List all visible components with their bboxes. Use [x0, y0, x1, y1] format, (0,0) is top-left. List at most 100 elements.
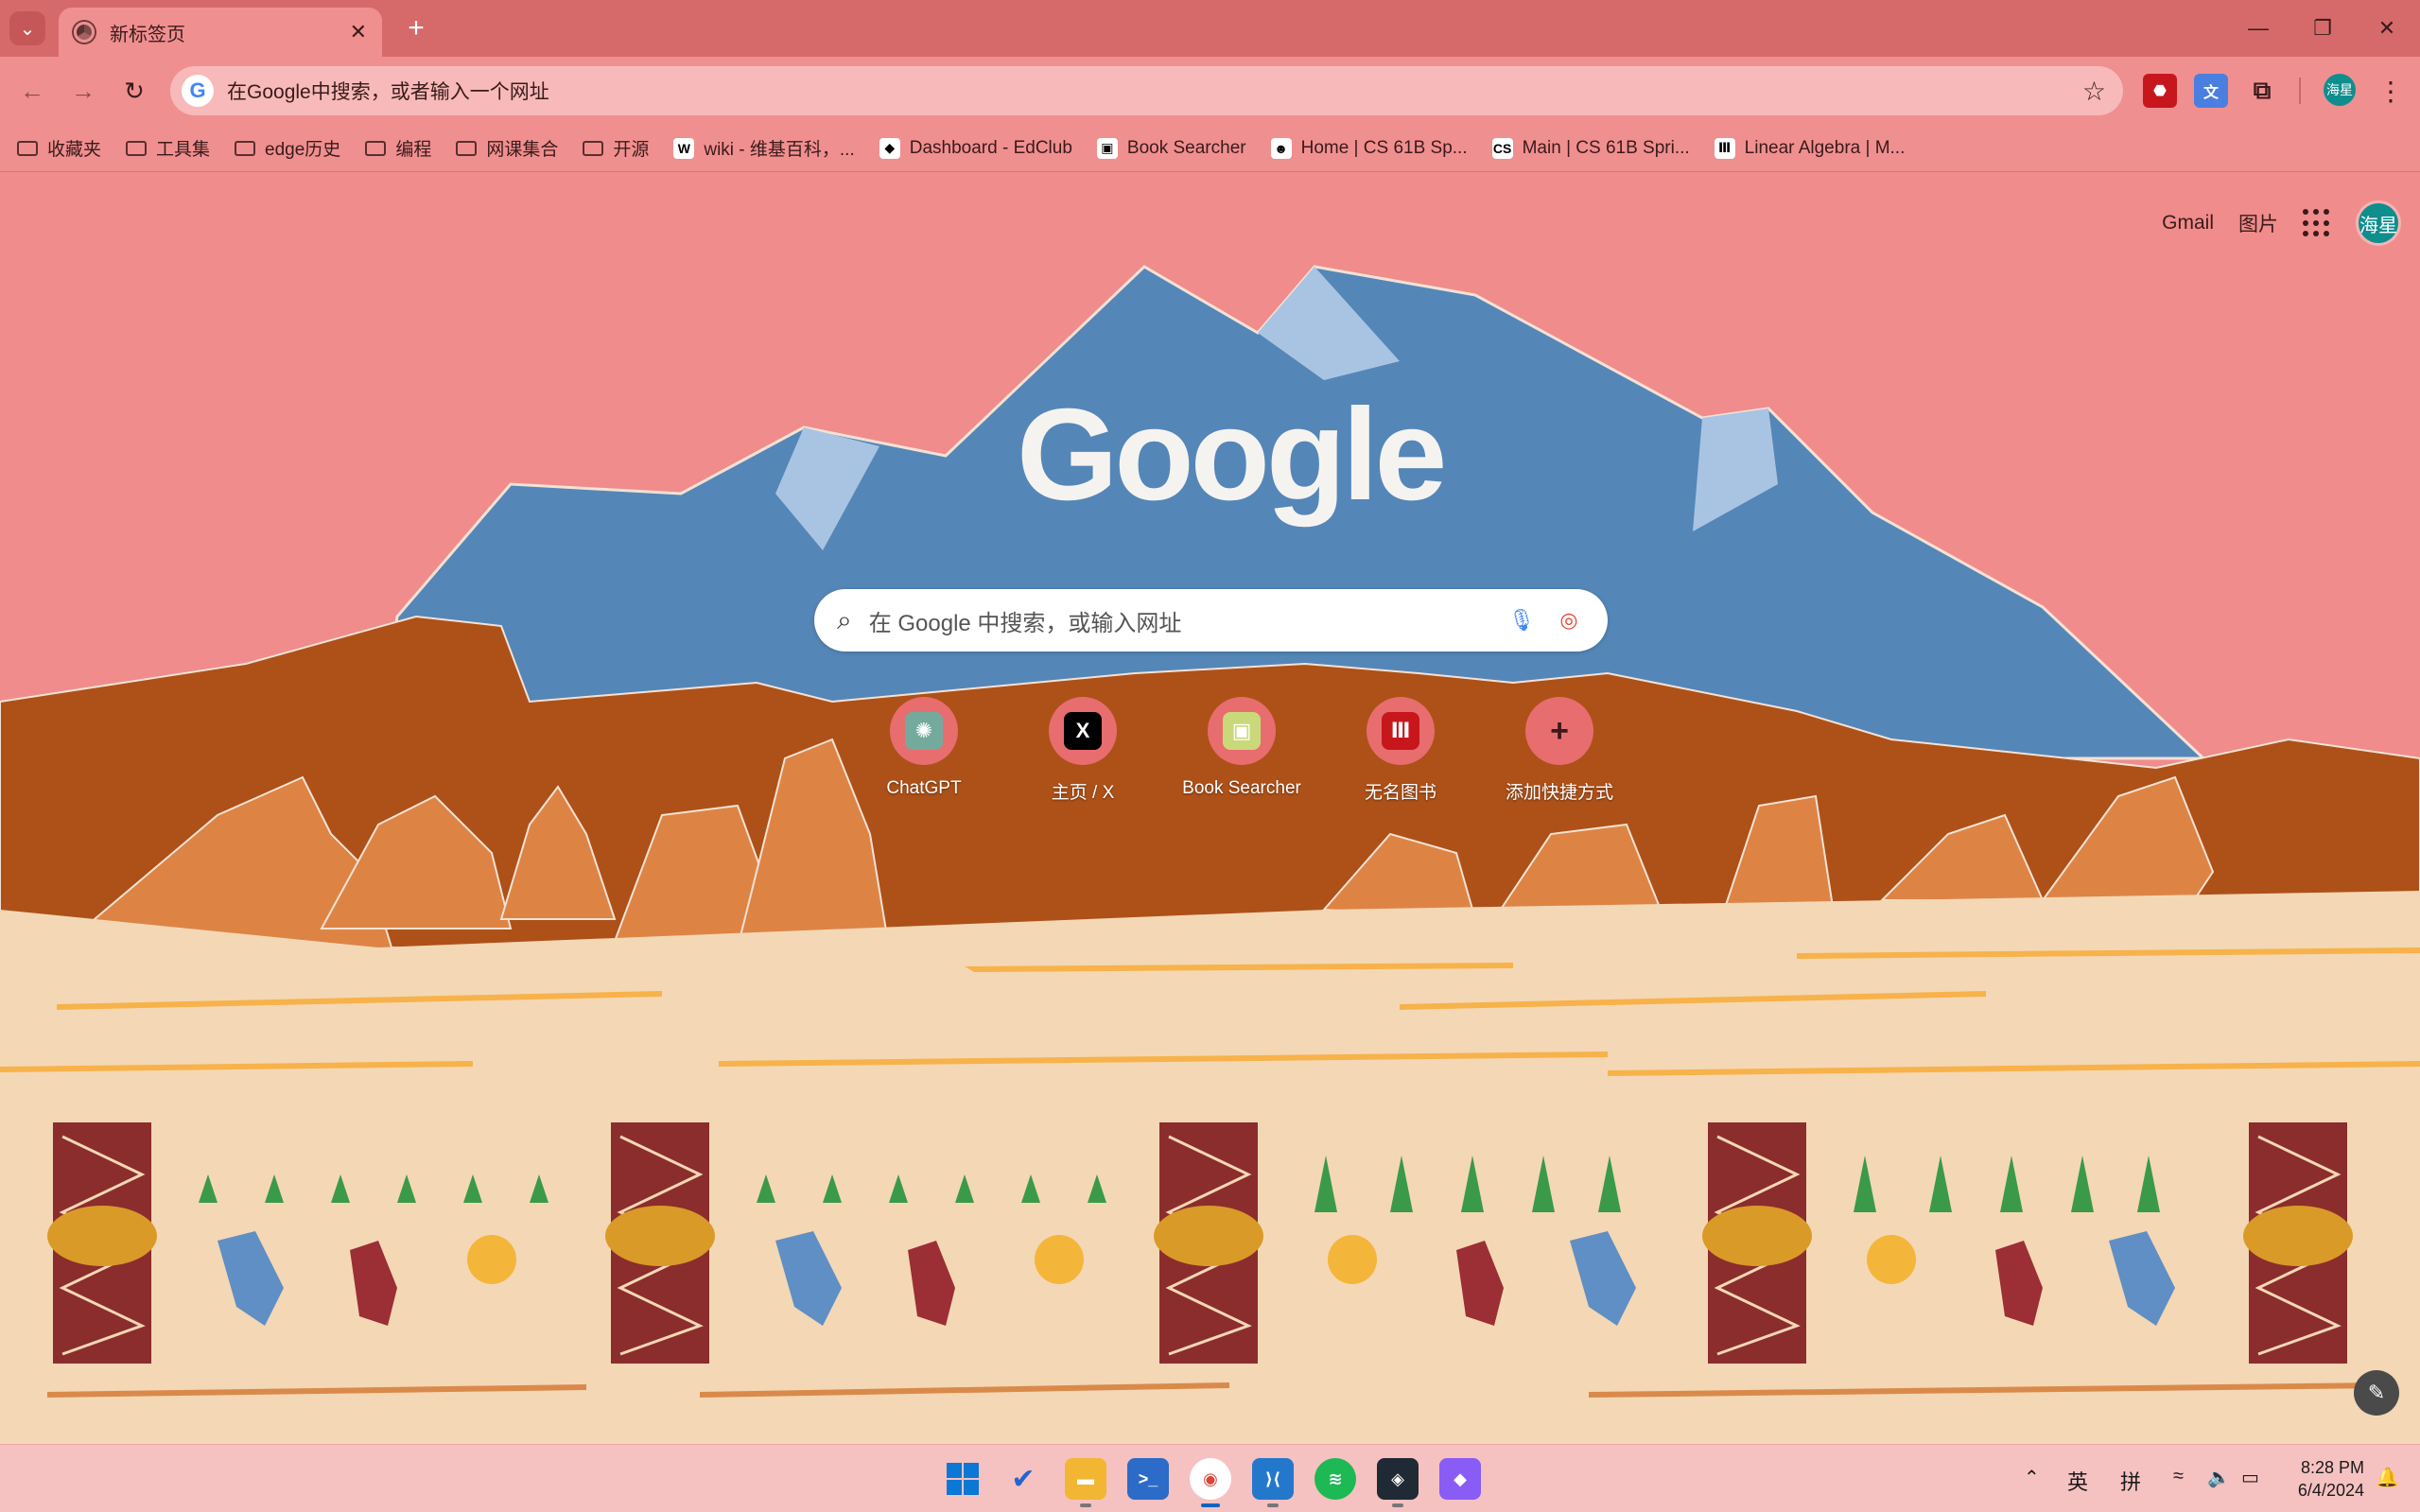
site-favicon-icon: CS — [1491, 137, 1513, 159]
bookmarks-bar: 收藏夹 工具集 edge历史 编程 网课集合 开源 Wwiki - 维基百科，... ◆ Das… — [0, 125, 2420, 172]
shortcut-label: 主页 / X — [1051, 783, 1115, 803]
shortcut-favicon-icon: X — [1064, 712, 1102, 750]
shortcut-tile[interactable]: X 主页 / X — [1003, 697, 1162, 804]
shortcut-icon-circle: ✺ — [890, 697, 958, 765]
chrome-taskbar-icon[interactable]: ◉ — [1190, 1458, 1231, 1507]
google-apps-icon[interactable] — [2303, 209, 2331, 237]
customize-button[interactable]: ✎ — [2354, 1370, 2399, 1416]
reload-button[interactable]: ↻ — [115, 72, 153, 110]
site-favicon-icon: W — [673, 137, 695, 159]
close-tab-icon[interactable]: ✕ — [350, 20, 367, 44]
pencil-icon: ✎ — [2367, 1381, 2386, 1404]
minimize-button[interactable]: — — [2230, 9, 2287, 47]
bookmark-item[interactable]: 网课集合 — [456, 135, 558, 161]
new-tab-page: Gmail 图片 海星 Google ⌕ 在 Google 中搜索，或输入网址 … — [0, 172, 2420, 1444]
clock-date: 6/4/2024 — [2297, 1481, 2364, 1500]
bookmark-item[interactable]: 开源 — [583, 135, 649, 161]
obsidian-icon[interactable]: ◆ — [1439, 1458, 1481, 1500]
bookmark-label: 收藏夹 — [47, 140, 102, 160]
tab-search-button[interactable]: ⌄ — [9, 11, 45, 45]
extensions-puzzle-icon[interactable]: ⧉ — [2245, 74, 2279, 108]
bookmark-item[interactable]: 工具集 — [126, 135, 210, 161]
google-g-icon: G — [182, 75, 214, 107]
theme-background — [0, 172, 2420, 1444]
chevron-down-icon: ⌄ — [19, 18, 36, 40]
bookmark-label: Dashboard - EdClub — [909, 137, 1072, 158]
file-explorer-icon[interactable]: ▬ — [1065, 1458, 1106, 1507]
close-icon: ✕ — [2377, 16, 2396, 40]
shortcut-tile[interactable]: Ⅲ 无名图书 — [1321, 697, 1480, 804]
ime-indicator[interactable]: 拼 — [2120, 1466, 2141, 1496]
input-language-indicator[interactable]: 英 — [2067, 1466, 2088, 1496]
plus-icon: + — [1541, 712, 1578, 750]
close-window-button[interactable]: ✕ — [2359, 9, 2415, 47]
bookmark-item[interactable]: Wwiki - 维基百科，... — [673, 135, 855, 161]
google-lens-icon[interactable]: ◎ — [1553, 604, 1585, 636]
start-button[interactable] — [942, 1458, 984, 1500]
forward-button[interactable]: → — [64, 72, 102, 110]
shortcut-label: 添加快捷方式 — [1505, 783, 1613, 803]
bookmark-item[interactable]: ☻ Home | CS 61B Sp... — [1270, 137, 1468, 159]
show-hidden-icons[interactable]: ⌃ — [2024, 1466, 2040, 1489]
site-favicon-icon: ◆ — [879, 137, 900, 159]
bookmark-item[interactable]: 收藏夹 — [17, 135, 101, 161]
shortcut-label: 无名图书 — [1364, 783, 1436, 803]
bookmark-label: 开源 — [613, 140, 650, 160]
system-clock[interactable]: 8:28 PM 6/4/2024 — [2270, 1456, 2364, 1502]
shortcut-tile[interactable]: ✺ ChatGPT — [844, 697, 1003, 804]
todo-app-icon[interactable]: ✔ — [1002, 1458, 1044, 1500]
shortcuts-grid: ✺ ChatGPT X 主页 / X ▣ Book Searcher Ⅲ 无名图书 + 添加快捷方… — [844, 697, 1639, 804]
bookmark-star-icon[interactable]: ☆ — [2082, 76, 2106, 107]
tab-new-tab[interactable]: 新标签页 ✕ — [59, 8, 382, 57]
chrome-menu-button[interactable]: ⋮ — [2374, 72, 2408, 110]
images-link[interactable]: 图片 — [2238, 209, 2278, 237]
bookmark-item[interactable]: CS Main | CS 61B Spri... — [1491, 137, 1690, 159]
plus-icon: + — [408, 12, 425, 43]
acrobat-extension-icon[interactable]: ⬣ — [2143, 74, 2177, 108]
restore-button[interactable]: ❐ — [2294, 9, 2351, 47]
tab-title: 新标签页 — [110, 24, 185, 45]
shortcut-tile[interactable]: ▣ Book Searcher — [1162, 697, 1321, 804]
windows-taskbar: ✔ ▬ >_ ◉ ⟩⟨ ≋ ◈ ◆ ⌃ 英 拼 ≈ 🔈 ▭ 8:28 PM 6/… — [0, 1444, 2420, 1512]
address-bar-text: 在Google中搜索，或者输入一个网址 — [227, 81, 549, 103]
arrow-right-icon: → — [71, 76, 96, 105]
add-shortcut-button[interactable]: + 添加快捷方式 — [1480, 697, 1639, 804]
folder-icon — [583, 140, 604, 156]
arrow-left-icon: ← — [20, 76, 44, 105]
terminal-app-icon[interactable]: ◈ — [1377, 1458, 1419, 1507]
shortcut-favicon-icon: ✺ — [905, 712, 943, 750]
battery-icon[interactable]: ▭ — [2241, 1466, 2259, 1489]
bookmark-label: Book Searcher — [1126, 137, 1246, 158]
vscode-icon[interactable]: ⟩⟨ — [1252, 1458, 1294, 1507]
folder-icon — [456, 140, 478, 156]
notification-bell-icon[interactable]: 🔔 — [2376, 1466, 2399, 1489]
microphone-icon[interactable]: 🎙 — [1506, 604, 1538, 636]
bookmark-item[interactable]: edge历史 — [235, 135, 340, 161]
back-button[interactable]: ← — [13, 72, 51, 110]
bookmark-item[interactable]: Ⅲ Linear Algebra | M... — [1714, 137, 1906, 159]
new-tab-button[interactable]: + — [399, 11, 433, 45]
wifi-icon[interactable]: ≈ — [2173, 1466, 2184, 1487]
powershell-icon[interactable]: >_ — [1127, 1458, 1169, 1500]
translate-extension-icon[interactable]: 文 — [2194, 74, 2228, 108]
bookmark-label: Linear Algebra | M... — [1744, 137, 1906, 158]
shortcut-icon-circle: Ⅲ — [1367, 697, 1435, 765]
bookmark-item[interactable]: 编程 — [365, 135, 431, 161]
google-logo: Google — [1017, 382, 1447, 528]
more-vertical-icon: ⋮ — [2377, 76, 2404, 106]
search-box[interactable]: ⌕ 在 Google 中搜索，或输入网址 🎙 ◎ — [814, 589, 1608, 652]
gmail-link[interactable]: Gmail — [2162, 212, 2214, 235]
windows-icon — [947, 1463, 979, 1495]
search-input[interactable]: 在 Google 中搜索，或输入网址 — [869, 604, 1490, 637]
volume-icon[interactable]: 🔈 — [2207, 1466, 2231, 1489]
bookmark-label: wiki - 维基百科，... — [704, 140, 855, 160]
bookmark-item[interactable]: ▣ Book Searcher — [1096, 137, 1246, 159]
shortcut-label: Book Searcher — [1182, 778, 1301, 798]
spotify-icon[interactable]: ≋ — [1314, 1458, 1356, 1500]
bookmark-item[interactable]: ◆ Dashboard - EdClub — [879, 137, 1072, 159]
address-bar[interactable]: G 在Google中搜索，或者输入一个网址 ☆ — [170, 66, 2123, 115]
profile-avatar[interactable]: 海星 — [2356, 200, 2401, 246]
title-bar: ⌄ 新标签页 ✕ + — ❐ ✕ — [0, 0, 2420, 57]
shortcut-icon-circle: X — [1049, 697, 1117, 765]
profile-avatar-toolbar[interactable]: 海星 — [2324, 74, 2356, 106]
